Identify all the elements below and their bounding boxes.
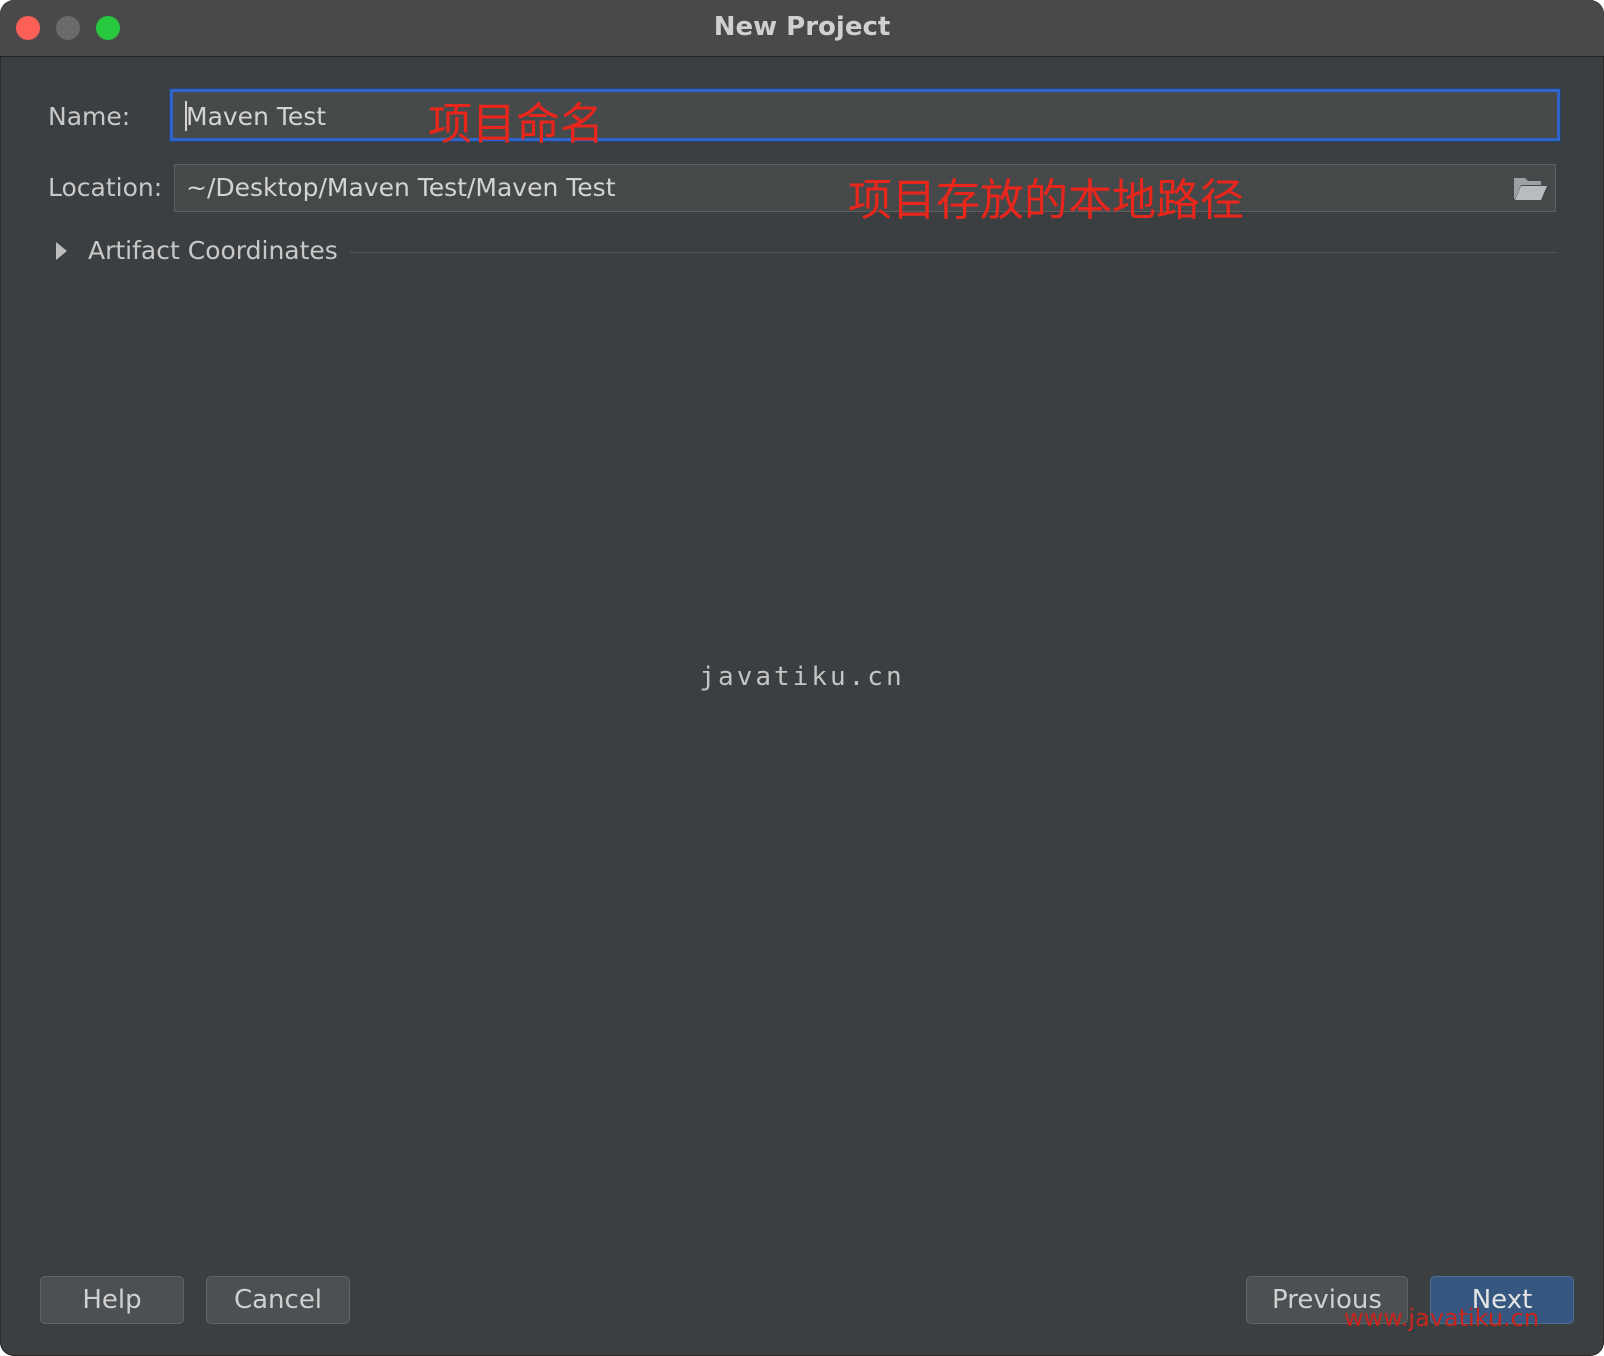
title-bar: New Project [0,0,1604,57]
section-divider [350,252,1556,253]
cancel-button[interactable]: Cancel [206,1276,350,1324]
expand-triangle-icon[interactable] [56,242,67,260]
new-project-dialog: New Project Name: Maven Test 项目命名 Locati… [0,0,1604,1356]
help-button[interactable]: Help [40,1276,184,1324]
location-annotation: 项目存放的本地路径 [848,175,1244,226]
watermark-text: javatiku.cn [699,662,905,692]
name-label: Name: [48,102,131,131]
name-annotation: 项目命名 [428,99,604,150]
location-label: Location: [48,173,163,202]
location-input-value: ~/Desktop/Maven Test/Maven Test [186,173,616,202]
name-input-value: Maven Test [186,102,327,131]
name-input[interactable]: Maven Test [170,89,1560,141]
window-title: New Project [713,12,891,42]
folder-open-icon[interactable] [1513,175,1547,201]
artifact-coordinates-toggle[interactable]: Artifact Coordinates [88,236,338,265]
corner-watermark: www.javatiku.cn [1344,1304,1540,1332]
